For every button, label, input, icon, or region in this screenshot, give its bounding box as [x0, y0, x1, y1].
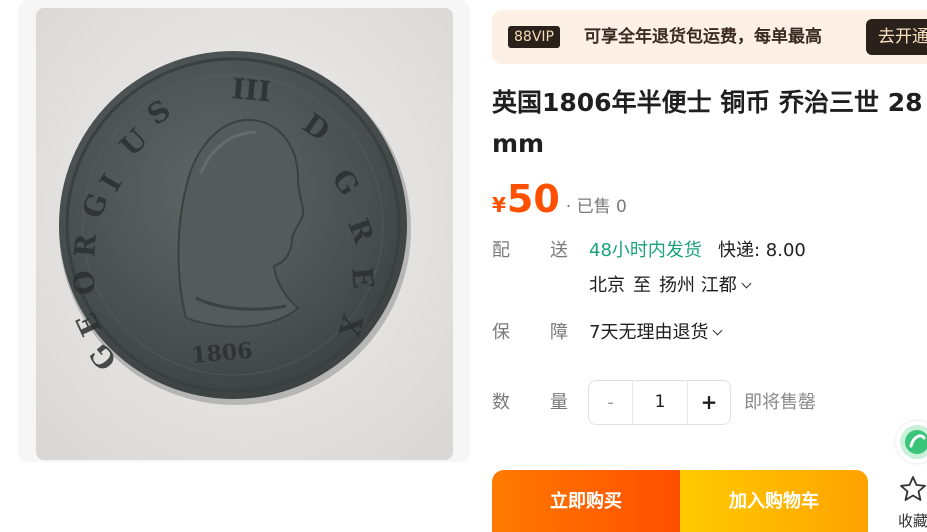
currency-symbol: ¥: [492, 193, 506, 217]
shipping-label-left: 配: [492, 240, 510, 261]
service-chat-icon-graphic: [900, 425, 927, 459]
quantity-increase-button[interactable]: +: [688, 381, 730, 424]
shipping-fee: 快递: 8.00: [718, 240, 806, 261]
quantity-label-left: 数: [492, 392, 510, 413]
guarantee-text: 7天无理由退货: [589, 322, 709, 343]
svg-text:1806: 1806: [190, 338, 253, 369]
svg-text:R: R: [68, 232, 103, 259]
route-to-word: 至: [633, 275, 651, 296]
svg-text:III: III: [230, 72, 272, 108]
route-from: 北京: [589, 275, 625, 296]
vip-banner[interactable]: 88VIP 可享全年退货包运费，每单最高 去开通: [492, 10, 927, 64]
shipping-route[interactable]: 北京至扬州 江都: [589, 273, 752, 299]
buy-now-button[interactable]: 立即购买: [492, 470, 680, 532]
quantity-stepper[interactable]: - 1 +: [588, 380, 731, 425]
price-amount: 50: [506, 177, 560, 221]
guarantee-label-right: 障: [550, 322, 568, 343]
vip-promo-text: 可享全年退货包运费，每单最高: [584, 27, 822, 47]
guarantee-label: 保障: [492, 320, 572, 346]
fast-shipping-text: 48小时内发货: [589, 240, 702, 261]
quantity-label: 数量: [492, 390, 572, 416]
add-to-cart-button[interactable]: 加入购物车: [680, 470, 868, 532]
svg-text:E: E: [345, 266, 380, 290]
price-row: ¥ 50 · 已售 0: [492, 176, 627, 226]
stock-note: 即将售罄: [744, 392, 816, 413]
chevron-down-icon: [741, 278, 752, 289]
star-icon[interactable]: [898, 474, 927, 504]
quantity-label-right: 量: [550, 392, 568, 413]
chevron-down-icon: [713, 325, 723, 336]
favorite-label[interactable]: 收藏: [898, 511, 927, 531]
vip-open-button[interactable]: 去开通: [866, 19, 927, 55]
product-title: 英国1806年半便士 铜币 乔治三世 28: [492, 88, 923, 117]
guarantee-label-left: 保: [492, 322, 510, 343]
vip-badge: 88VIP: [508, 26, 560, 48]
service-chat-icon[interactable]: [896, 421, 927, 463]
shipping-label: 配送: [492, 238, 572, 264]
route-destination: 扬州 江都: [659, 275, 737, 296]
shipping-label-right: 送: [550, 240, 568, 261]
product-image[interactable]: S U I G R O E G III D G R E X 1806: [36, 8, 453, 460]
guarantee-dropdown[interactable]: 7天无理由退货: [589, 320, 723, 346]
coin-photo: S U I G R O E G III D G R E X 1806: [36, 8, 453, 460]
quantity-input[interactable]: 1: [633, 381, 688, 424]
sold-count: · 已售 0: [565, 197, 627, 217]
product-title-line2: mm: [492, 129, 545, 158]
quantity-decrease-button[interactable]: -: [589, 381, 633, 424]
